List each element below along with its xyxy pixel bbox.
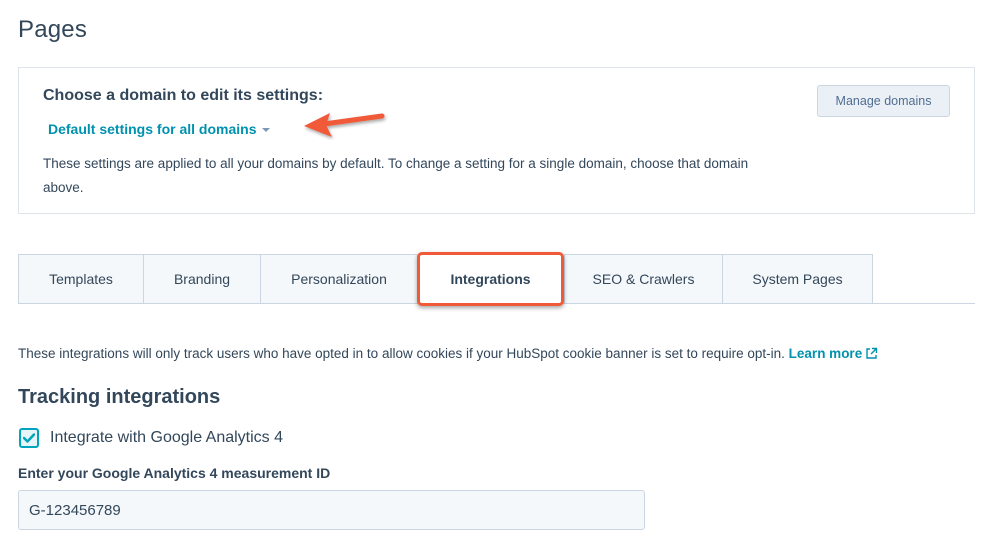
page-title: Pages <box>18 16 88 43</box>
domain-settings-card: Choose a domain to edit its settings: De… <box>18 67 975 214</box>
tab-branding[interactable]: Branding <box>143 254 260 304</box>
section-heading: Tracking integrations <box>18 386 221 408</box>
tab-system-pages[interactable]: System Pages <box>722 254 873 304</box>
manage-domains-button[interactable]: Manage domains <box>817 85 950 117</box>
measurement-id-input[interactable] <box>18 490 645 530</box>
domain-dropdown-label: Default settings for all domains <box>48 121 257 137</box>
ga4-checkbox[interactable] <box>19 428 39 448</box>
caret-down-icon <box>262 127 271 132</box>
external-link-icon <box>866 347 878 359</box>
measurement-id-label: Enter your Google Analytics 4 measuremen… <box>18 465 331 481</box>
ga4-checkbox-row: Integrate with Google Analytics 4 <box>19 428 283 448</box>
tab-personalization[interactable]: Personalization <box>260 254 417 304</box>
integrations-info: These integrations will only track users… <box>18 346 878 361</box>
settings-tabs: Templates Branding Personalization Integ… <box>18 252 873 306</box>
tab-templates[interactable]: Templates <box>18 254 143 304</box>
learn-more-label: Learn more <box>788 346 863 361</box>
annotation-arrow-icon <box>304 113 385 137</box>
checkmark-icon <box>23 433 35 443</box>
ga4-checkbox-label: Integrate with Google Analytics 4 <box>50 429 284 446</box>
domain-heading: Choose a domain to edit its settings: <box>43 87 324 104</box>
tab-seo-crawlers[interactable]: SEO & Crawlers <box>564 254 722 304</box>
domain-dropdown[interactable]: Default settings for all domains <box>48 121 271 137</box>
tab-integrations[interactable]: Integrations <box>417 252 564 306</box>
learn-more-link[interactable]: Learn more <box>789 346 879 361</box>
domain-description: These settings are applied to all your d… <box>43 156 749 195</box>
info-text: These integrations will only track users… <box>18 346 785 361</box>
